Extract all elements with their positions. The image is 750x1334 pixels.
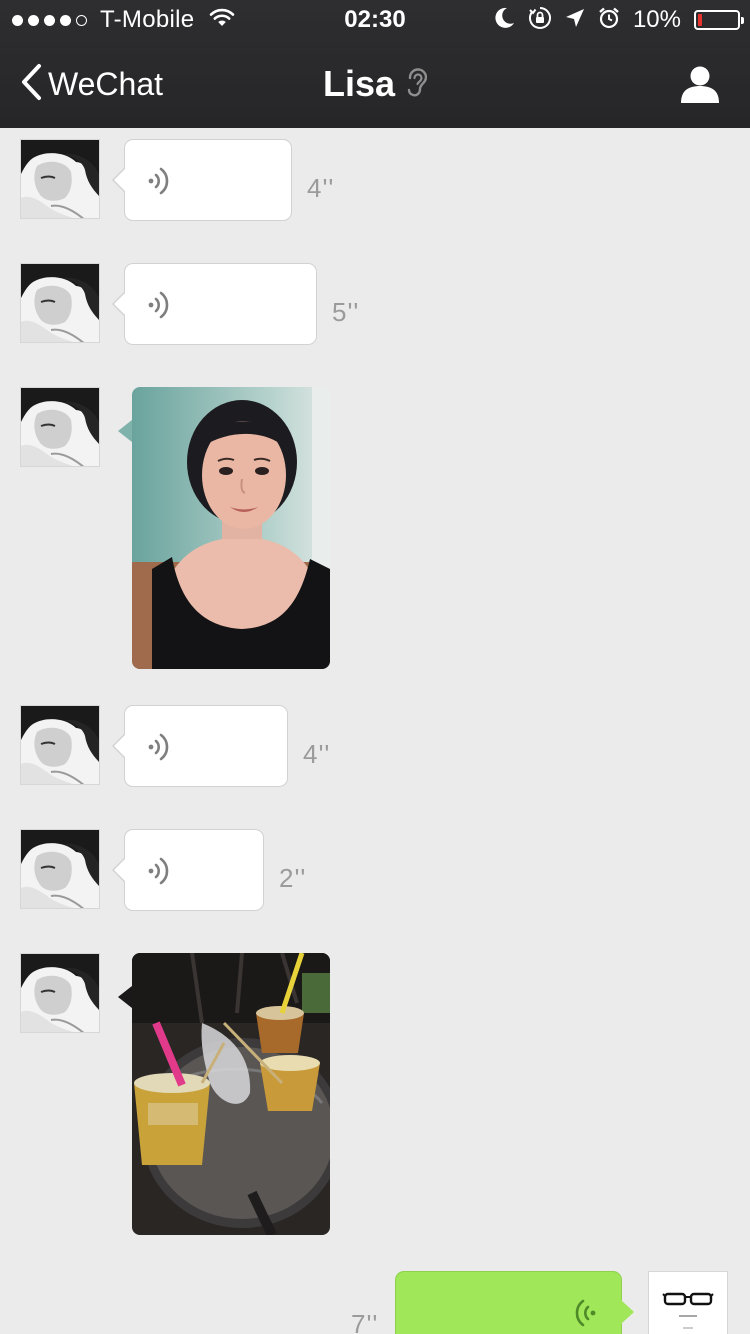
voice-wave-icon — [147, 164, 181, 198]
avatar-image — [21, 140, 99, 218]
orientation-lock-icon — [528, 6, 552, 35]
voice-duration: 4'' — [307, 173, 335, 203]
message-row: 5'' — [0, 263, 750, 347]
photo-message[interactable] — [132, 387, 330, 669]
my-avatar[interactable] — [648, 1271, 728, 1334]
voice-wave-icon — [563, 1296, 597, 1330]
photo-message[interactable] — [132, 953, 330, 1235]
status-icons: 10% — [495, 6, 744, 35]
profile-icon — [680, 66, 720, 108]
battery-percent: 10% — [632, 6, 681, 33]
location-arrow-icon — [565, 8, 585, 33]
photo-bubble-tail — [118, 986, 132, 1008]
battery-icon — [694, 10, 744, 30]
chat-area[interactable]: 4'' 5'' 4'' 2'' 7'' — [0, 128, 750, 1334]
avatar-image — [21, 264, 99, 342]
voice-message-bubble[interactable] — [112, 705, 288, 787]
nav-bar: WeChat Lisa — [0, 40, 750, 128]
voice-message-bubble[interactable] — [112, 139, 292, 221]
photo-bubble-tail — [118, 420, 132, 442]
voice-wave-icon — [147, 854, 181, 888]
nav-title-area: Lisa — [0, 62, 750, 106]
avatar-image — [21, 830, 99, 908]
alarm-icon — [598, 7, 620, 34]
avatar[interactable] — [20, 953, 100, 1033]
my-avatar-image — [649, 1272, 727, 1334]
profile-button[interactable] — [680, 64, 720, 104]
avatar-image — [21, 706, 99, 784]
avatar[interactable] — [20, 139, 100, 219]
voice-wave-icon — [147, 288, 181, 322]
sent-voice-message-bubble[interactable] — [395, 1271, 634, 1334]
avatar[interactable] — [20, 387, 100, 467]
voice-duration: 2'' — [279, 863, 307, 893]
voice-duration: 4'' — [303, 739, 331, 769]
drinks-photo — [132, 953, 330, 1235]
avatar-image — [21, 954, 99, 1032]
chat-title: Lisa — [322, 63, 396, 104]
voice-duration: 5'' — [332, 297, 360, 327]
top-bar: T-Mobile 02:30 10% WeChat Lisa — [0, 0, 750, 128]
battery-level-fill — [698, 14, 702, 26]
voice-duration: 7'' — [351, 1309, 379, 1334]
avatar[interactable] — [20, 705, 100, 785]
message-row: 4'' — [0, 705, 750, 789]
message-row — [0, 953, 750, 1235]
ear-icon — [405, 66, 428, 103]
voice-wave-icon — [147, 730, 181, 764]
status-bar: T-Mobile 02:30 10% — [0, 0, 750, 40]
message-row: 4'' — [0, 139, 750, 223]
message-row: 7'' — [0, 1271, 750, 1334]
avatar[interactable] — [20, 829, 100, 909]
message-row: 2'' — [0, 829, 750, 913]
selfie-photo — [132, 387, 330, 669]
battery-tip — [741, 17, 744, 24]
voice-message-bubble[interactable] — [112, 829, 264, 911]
avatar[interactable] — [20, 263, 100, 343]
voice-message-bubble[interactable] — [112, 263, 317, 345]
avatar-image — [21, 388, 99, 466]
moon-icon — [495, 7, 515, 34]
message-row — [0, 387, 750, 669]
